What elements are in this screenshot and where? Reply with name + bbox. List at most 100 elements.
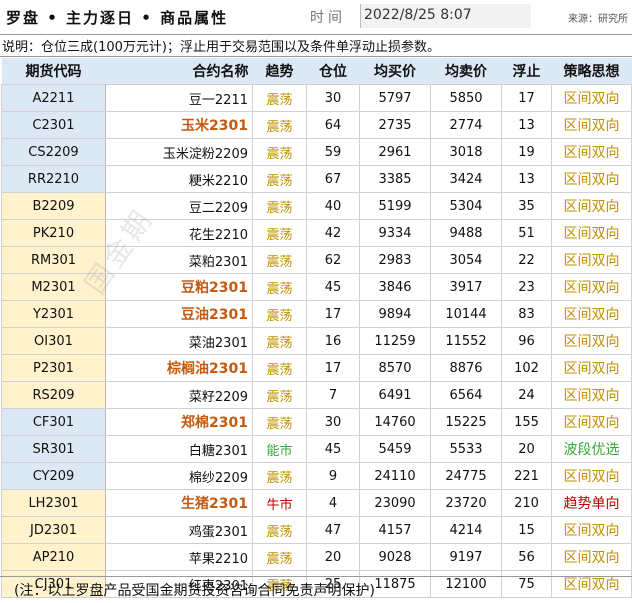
divider [0,56,632,57]
cell-name: 玉米2301 [105,111,253,139]
cell-float-stop: 13 [501,111,552,139]
table-row: RR2210 粳米2210 震荡 67 3385 3424 13 区间双向 [1,165,632,193]
cell-code: CS2209 [1,138,106,166]
cell-strategy: 区间双向 [551,327,632,355]
table-row: RS209 菜籽2209 震荡 7 6491 6564 24 区间双向 [1,381,632,409]
cell-position: 7 [306,381,360,409]
cell-trend: 震荡 [252,246,307,274]
cell-code: CY209 [1,462,106,490]
table-row: JD2301 鸡蛋2301 震荡 47 4157 4214 15 区间双向 [1,516,632,544]
cell-float-stop: 221 [501,462,552,490]
cell-float-stop: 19 [501,138,552,166]
cell-float-stop: 13 [501,165,552,193]
cell-float-stop: 20 [501,435,552,463]
cell-avg-sell: 3018 [430,138,502,166]
cell-trend: 震荡 [252,543,307,571]
cell-name: 花生2210 [105,219,253,247]
cell-avg-buy: 9028 [359,543,431,571]
cell-float-stop: 22 [501,246,552,274]
cell-avg-buy: 5797 [359,84,431,112]
cell-code: B2209 [1,192,106,220]
col-header-avg-sell: 均卖价 [430,58,502,85]
cell-strategy: 区间双向 [551,543,632,571]
cell-code: CF301 [1,408,106,436]
col-header-avg-buy: 均买价 [359,58,431,85]
cell-code: C2301 [1,111,106,139]
cell-code: OI301 [1,327,106,355]
cell-position: 17 [306,300,360,328]
cell-strategy: 趋势单向 [551,489,632,517]
cell-name: 玉米淀粉2209 [105,138,253,166]
table-row: Y2301 豆油2301 震荡 17 9894 10144 83 区间双向 [1,300,632,328]
table-row: CF301 郑棉2301 震荡 30 14760 15225 155 区间双向 [1,408,632,436]
cell-name: 粳米2210 [105,165,253,193]
cell-avg-sell: 8876 [430,354,502,382]
cell-avg-buy: 9334 [359,219,431,247]
cell-avg-sell: 10144 [430,300,502,328]
cell-position: 47 [306,516,360,544]
cell-strategy: 区间双向 [551,300,632,328]
table-row: AP210 苹果2210 震荡 20 9028 9197 56 区间双向 [1,543,632,571]
col-header-code: 期货代码 [1,58,106,85]
col-header-strategy: 策略思想 [551,58,632,85]
cell-strategy: 区间双向 [551,408,632,436]
page-title: 罗盘 • 主力逐日 • 商品属性 [6,9,229,27]
cell-position: 64 [306,111,360,139]
cell-avg-buy: 5199 [359,192,431,220]
cell-trend: 震荡 [252,192,307,220]
col-header-name: 合约名称 [105,58,253,85]
table-row: PK210 花生2210 震荡 42 9334 9488 51 区间双向 [1,219,632,247]
cell-trend: 震荡 [252,462,307,490]
table-row: SR301 白糖2301 能市 45 5459 5533 20 波段优选 [1,435,632,463]
cell-trend: 震荡 [252,408,307,436]
cell-code: AP210 [1,543,106,571]
cell-avg-sell: 4214 [430,516,502,544]
cell-float-stop: 15 [501,516,552,544]
table-row: P2301 棕榈油2301 震荡 17 8570 8876 102 区间双向 [1,354,632,382]
cell-strategy: 区间双向 [551,219,632,247]
cell-strategy: 区间双向 [551,111,632,139]
cell-avg-buy: 8570 [359,354,431,382]
col-header-position: 仓位 [306,58,360,85]
cell-position: 45 [306,273,360,301]
cell-position: 30 [306,84,360,112]
cell-avg-sell: 9488 [430,219,502,247]
cell-trend: 震荡 [252,111,307,139]
cell-strategy: 区间双向 [551,165,632,193]
cell-code: SR301 [1,435,106,463]
cell-position: 45 [306,435,360,463]
table-row: LH2301 生猪2301 牛市 4 23090 23720 210 趋势单向 [1,489,632,517]
cell-float-stop: 24 [501,381,552,409]
cell-avg-sell: 11552 [430,327,502,355]
commodity-table: 期货代码 合约名称 趋势 仓位 均买价 均卖价 浮止 策略思想 A2211 豆一2… [1,58,632,598]
cell-code: RM301 [1,246,106,274]
cell-code: RR2210 [1,165,106,193]
cell-avg-buy: 2983 [359,246,431,274]
footer-divider [0,576,632,577]
description-note: 说明：仓位三成(100万元计)；浮止用于交易范围以及条件单浮动止损参数。 [2,40,440,55]
cell-avg-sell: 23720 [430,489,502,517]
cell-trend: 牛市 [252,489,307,517]
cell-name: 苹果2210 [105,543,253,571]
table-row: OI301 菜油2301 震荡 16 11259 11552 96 区间双向 [1,327,632,355]
cell-strategy: 区间双向 [551,381,632,409]
table-header-row: 期货代码 合约名称 趋势 仓位 均买价 均卖价 浮止 策略思想 [1,58,632,85]
cell-float-stop: 75 [501,570,552,598]
cell-name: 豆油2301 [105,300,253,328]
cell-trend: 震荡 [252,381,307,409]
cell-float-stop: 51 [501,219,552,247]
cell-avg-buy: 2735 [359,111,431,139]
table-row: CY209 棉纱2209 震荡 9 24110 24775 221 区间双向 [1,462,632,490]
cell-avg-sell: 15225 [430,408,502,436]
cell-float-stop: 83 [501,300,552,328]
cell-name: 郑棉2301 [105,408,253,436]
cell-name: 菜油2301 [105,327,253,355]
cell-code: P2301 [1,354,106,382]
cell-trend: 震荡 [252,165,307,193]
cell-code: A2211 [1,84,106,112]
cell-float-stop: 17 [501,84,552,112]
cell-strategy: 区间双向 [551,246,632,274]
cell-avg-buy: 4157 [359,516,431,544]
cell-avg-sell: 3424 [430,165,502,193]
cell-trend: 震荡 [252,219,307,247]
